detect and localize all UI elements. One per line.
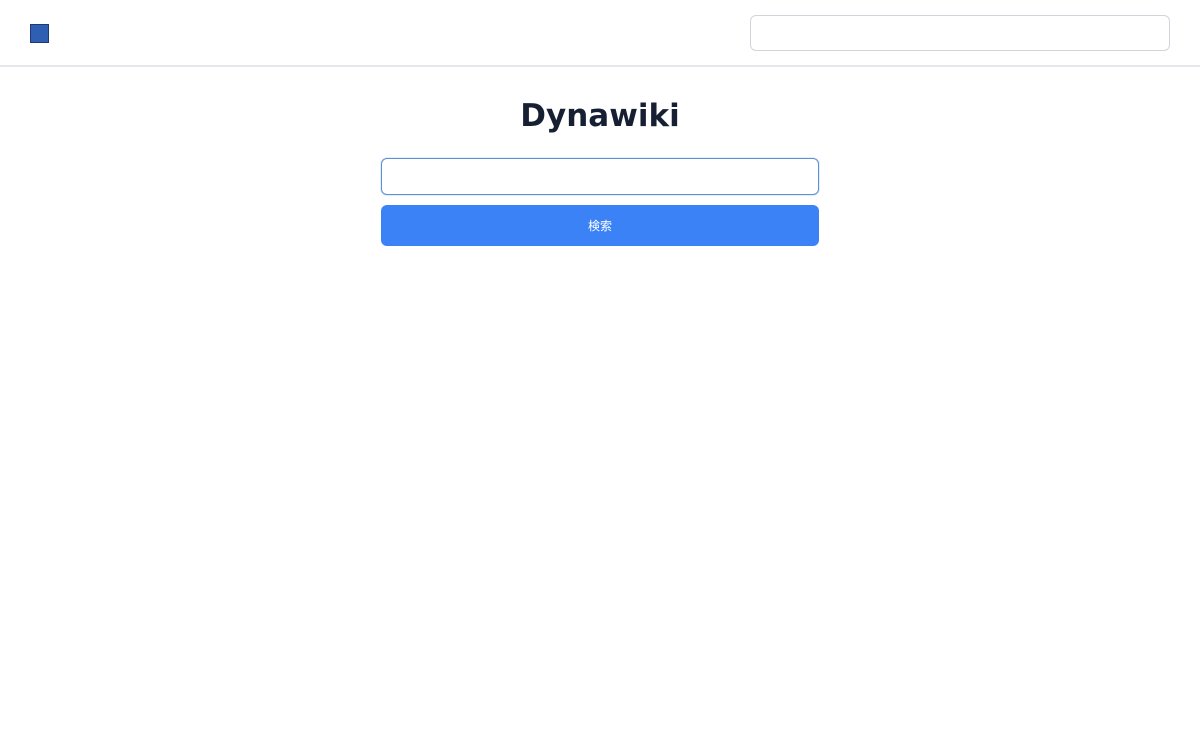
- square-logo-icon[interactable]: [30, 24, 49, 43]
- main-search-input[interactable]: [381, 158, 819, 195]
- header-search-input[interactable]: [750, 15, 1170, 51]
- search-button[interactable]: 検索: [381, 205, 819, 246]
- page-title: Dynawiki: [520, 98, 680, 134]
- top-header: [0, 0, 1200, 67]
